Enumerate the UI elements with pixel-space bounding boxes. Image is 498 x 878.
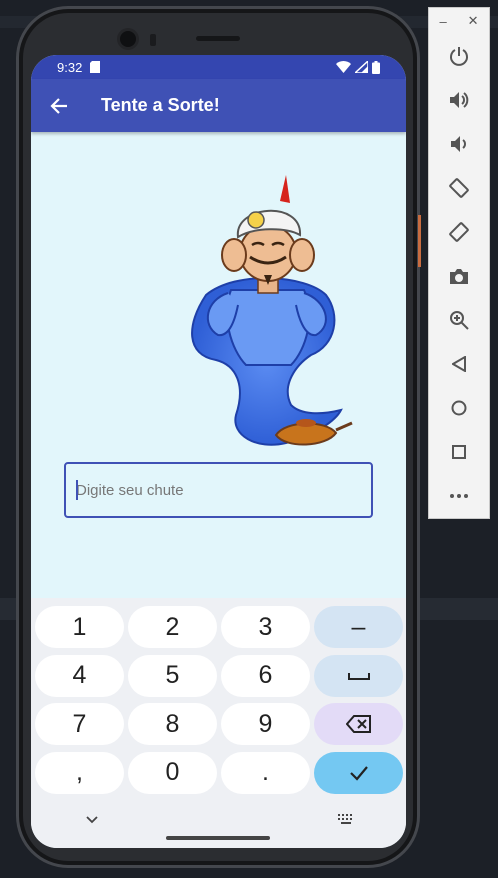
overview-icon — [452, 445, 466, 459]
key-space[interactable] — [314, 654, 403, 697]
sd-card-icon — [90, 61, 101, 73]
status-bar: 9:32 — [31, 55, 406, 79]
back-button[interactable] — [33, 79, 85, 132]
rotate-left-button[interactable] — [429, 166, 489, 210]
guess-field[interactable] — [64, 462, 373, 518]
home-icon — [451, 400, 467, 416]
more-icon — [450, 494, 468, 498]
check-icon — [349, 765, 368, 781]
wifi-icon — [336, 61, 351, 73]
key-5[interactable]: 5 — [128, 654, 217, 697]
emulator-toolbar: – ✕ — [428, 7, 490, 519]
status-time: 9:32 — [57, 59, 83, 75]
hide-keyboard-icon[interactable] — [86, 816, 98, 824]
key-done[interactable] — [314, 751, 403, 794]
key-8[interactable]: 8 — [128, 703, 217, 745]
key-7[interactable]: 7 — [35, 703, 124, 745]
gesture-nav-pill[interactable] — [166, 836, 270, 840]
rotate-right-icon — [449, 222, 469, 242]
keyboard-bottom-bar — [31, 808, 406, 848]
volume-down-button[interactable] — [429, 122, 489, 166]
phone-side-button[interactable] — [418, 215, 421, 267]
minimize-icon[interactable]: – — [439, 14, 446, 29]
volume-down-icon — [451, 136, 466, 152]
genie-illustration — [191, 175, 353, 446]
text-caret — [76, 480, 78, 500]
arrow-back-icon — [50, 97, 67, 114]
key-6[interactable]: 6 — [221, 654, 310, 697]
sensor — [150, 34, 156, 46]
zoom-icon — [450, 311, 469, 330]
key-2[interactable]: 2 — [128, 606, 217, 648]
battery-icon — [372, 60, 380, 74]
home-button[interactable] — [429, 386, 489, 430]
signal-icon — [355, 61, 368, 73]
backspace-icon — [345, 715, 371, 733]
rotate-left-icon — [449, 178, 469, 198]
page-title: Tente a Sorte! — [101, 95, 220, 115]
key-backspace[interactable] — [314, 703, 403, 745]
numeric-keyboard: 1 2 3 – 4 5 6 7 8 9 , 0 . — [31, 598, 406, 848]
key-4[interactable]: 4 — [35, 654, 124, 697]
front-camera — [120, 31, 136, 47]
key-9[interactable]: 9 — [221, 703, 310, 745]
back-icon — [452, 356, 466, 372]
power-button[interactable] — [429, 34, 489, 78]
close-icon[interactable]: ✕ — [468, 13, 479, 29]
guess-input[interactable] — [76, 481, 371, 499]
back-nav-button[interactable] — [429, 342, 489, 386]
zoom-button[interactable] — [429, 298, 489, 342]
keyboard-switch-icon[interactable] — [338, 814, 354, 824]
power-icon — [450, 47, 468, 66]
overview-button[interactable] — [429, 430, 489, 474]
earpiece-speaker — [196, 36, 240, 41]
screenshot-button[interactable] — [429, 254, 489, 298]
app-bar: Tente a Sorte! — [31, 79, 406, 132]
more-button[interactable] — [429, 474, 489, 518]
key-3[interactable]: 3 — [221, 606, 310, 648]
device-screen: 9:32 Tente a Sorte! Digite seu chute 1 2… — [31, 55, 406, 848]
key-1[interactable]: 1 — [35, 606, 124, 648]
key-0[interactable]: 0 — [128, 751, 217, 794]
space-icon — [347, 672, 370, 680]
volume-up-icon — [450, 92, 469, 108]
volume-up-button[interactable] — [429, 78, 489, 122]
camera-icon — [450, 268, 468, 284]
rotate-right-button[interactable] — [429, 210, 489, 254]
key-minus[interactable]: – — [314, 606, 403, 648]
key-comma[interactable]: , — [35, 751, 124, 794]
key-period[interactable]: . — [221, 751, 310, 794]
